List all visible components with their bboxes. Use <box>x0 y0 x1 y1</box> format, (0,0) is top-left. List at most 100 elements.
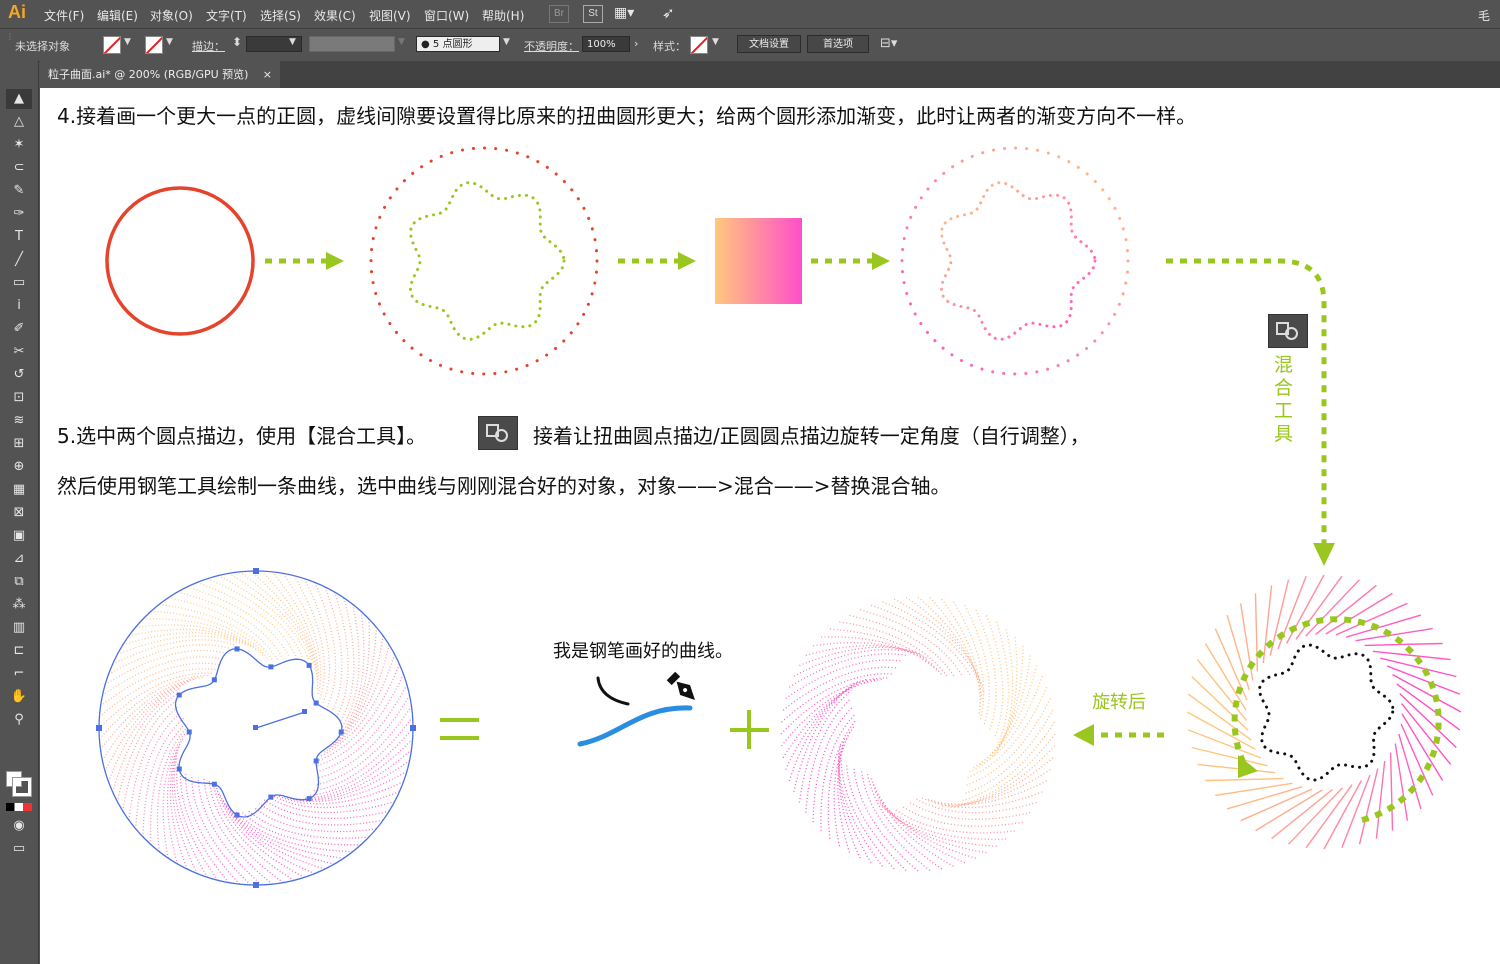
blend-step-line <box>996 628 1014 753</box>
blend-step-line <box>882 601 979 681</box>
bridge-button[interactable]: Br <box>549 5 569 23</box>
fill-swatch[interactable] <box>103 36 121 54</box>
align-icon[interactable]: ⊟▾ <box>880 36 897 51</box>
scissors-tool-icon[interactable]: ✂ <box>6 342 32 362</box>
gpu-performance-icon[interactable]: ➶ <box>662 4 675 22</box>
hand-tool-icon[interactable]: ✋ <box>6 687 32 707</box>
brush-dropdown-icon[interactable]: ▼ <box>503 37 510 47</box>
document-tab[interactable]: 粒子曲面.ai* @ 200% (RGB/GPU 预览) × <box>40 61 280 88</box>
menu-edit[interactable]: 编辑(E) <box>97 7 138 24</box>
blend-step-line <box>122 699 178 812</box>
symbol-sprayer-tool-icon[interactable]: ⁂ <box>6 595 32 615</box>
screen-mode-icon[interactable]: ▭ <box>6 839 32 859</box>
type-tool-icon[interactable]: T <box>6 227 32 247</box>
blend-step-line <box>939 757 1054 807</box>
blend-step-line <box>100 662 219 707</box>
opacity-arrow-icon[interactable]: › <box>634 37 638 50</box>
blend-step-line <box>117 635 241 655</box>
fill-stroke-indicator[interactable] <box>6 771 32 797</box>
blend-step-line <box>235 811 353 853</box>
menu-help[interactable]: 帮助(H) <box>482 7 524 24</box>
stroke-weight-dropdown-icon[interactable]: ▼ <box>289 37 296 47</box>
color-mode-buttons[interactable] <box>6 803 32 811</box>
direct-selection-tool-icon[interactable]: △ <box>6 112 32 132</box>
preferences-button[interactable]: 首选项 <box>807 35 869 53</box>
brush-definition-field[interactable]: ● 5 点圆形 <box>416 36 500 52</box>
style-dropdown-icon[interactable]: ▼ <box>712 37 719 47</box>
anchor-point <box>234 646 240 652</box>
artboard-tool-icon[interactable]: ⊏ <box>6 641 32 661</box>
menu-type[interactable]: 文字(T) <box>206 7 247 24</box>
anchor-point <box>410 725 416 731</box>
graph-tool-icon[interactable]: ▥ <box>6 618 32 638</box>
warp-tool-icon[interactable]: ≋ <box>6 411 32 431</box>
blend-tool-icon[interactable]: ⧉ <box>6 572 32 592</box>
blend-step-line <box>150 610 269 659</box>
menu-select[interactable]: 选择(S) <box>260 7 301 24</box>
anchor-point <box>234 812 240 818</box>
blend-step-line <box>128 628 253 649</box>
brush-definition-value: 5 点圆形 <box>432 39 473 50</box>
menu-file[interactable]: 文件(F) <box>44 7 84 24</box>
eyedropper-tool-icon[interactable]: ⊿ <box>6 549 32 569</box>
menu-window[interactable]: 窗口(W) <box>424 7 469 24</box>
stock-button[interactable]: St <box>583 5 603 23</box>
user-name[interactable]: 毛 <box>1478 7 1490 24</box>
gradient-swatch <box>715 218 802 304</box>
document-setup-button[interactable]: 文档设置 <box>737 35 801 53</box>
style-swatch[interactable] <box>690 36 708 54</box>
anchor-point <box>176 766 182 772</box>
blend-step-line <box>333 627 377 745</box>
workspace-layout-icon[interactable]: ▦▾ <box>614 5 634 21</box>
paintbrush-tool-icon[interactable]: ⅰ <box>6 296 32 316</box>
blend-step-line <box>176 763 219 881</box>
gradient-tool-icon[interactable]: ▣ <box>6 526 32 546</box>
artboard-canvas[interactable]: 4.接着画一个更大一点的正圆，虚线间隙要设置得比原来的扭曲圆形更大；给两个圆形添… <box>40 88 1500 964</box>
magic-wand-tool-icon[interactable]: ✶ <box>6 135 32 155</box>
draw-mode-icon[interactable]: ◉ <box>6 816 32 836</box>
selection-tool-icon[interactable]: ▲ <box>6 89 32 109</box>
pen-tool-icon[interactable]: ✎ <box>6 181 32 201</box>
lasso-tool-icon[interactable]: ⊂ <box>6 158 32 178</box>
profile-dropdown-icon[interactable]: ▼ <box>398 37 405 47</box>
pencil-tool-icon[interactable]: ✐ <box>6 319 32 339</box>
stroke-indicator[interactable] <box>12 777 32 797</box>
menu-effect[interactable]: 效果(C) <box>314 7 356 24</box>
blended-result <box>96 568 416 888</box>
scale-tool-icon[interactable]: ⊡ <box>6 388 32 408</box>
blend-step-line <box>798 690 852 803</box>
line-tool-icon[interactable]: ╱ <box>6 250 32 270</box>
anchor-point <box>313 758 319 764</box>
rotated-line <box>1341 774 1371 849</box>
curvature-tool-icon[interactable]: ✑ <box>6 204 32 224</box>
blend-step-line <box>221 798 325 870</box>
perspective-grid-tool-icon[interactable]: ▦ <box>6 480 32 500</box>
free-transform-tool-icon[interactable]: ⊞ <box>6 434 32 454</box>
zoom-tool-icon[interactable]: ⚲ <box>6 710 32 730</box>
blend-step-line <box>893 807 1015 834</box>
stroke-stepper-icon[interactable]: ⬍ <box>232 35 242 49</box>
app-logo: Ai <box>8 2 26 22</box>
anchor-point <box>211 781 217 787</box>
opacity-field[interactable]: 100% <box>582 36 630 52</box>
blend-step-line <box>870 604 972 678</box>
rectangle-tool-icon[interactable]: ▭ <box>6 273 32 293</box>
rotate-tool-icon[interactable]: ↺ <box>6 365 32 385</box>
blend-step-line <box>108 644 230 675</box>
stroke-label[interactable]: 描边： <box>192 38 225 54</box>
menu-view[interactable]: 视图(V) <box>369 7 411 24</box>
opacity-label[interactable]: 不透明度： <box>524 38 579 54</box>
mesh-tool-icon[interactable]: ⊠ <box>6 503 32 523</box>
blend-step-line <box>788 653 909 688</box>
stroke-dropdown-icon[interactable]: ▼ <box>166 37 173 47</box>
variable-width-profile[interactable] <box>309 36 395 52</box>
rotated-line <box>1315 584 1377 635</box>
blend-step-line <box>893 598 983 686</box>
menu-object[interactable]: 对象(O) <box>150 7 193 24</box>
stroke-swatch[interactable] <box>145 36 163 54</box>
slice-tool-icon[interactable]: ⌐ <box>6 664 32 684</box>
close-tab-icon[interactable]: × <box>263 61 272 88</box>
shape-builder-tool-icon[interactable]: ⊕ <box>6 457 32 477</box>
fill-dropdown-icon[interactable]: ▼ <box>124 37 131 47</box>
plus-sign-vertical <box>747 710 751 749</box>
